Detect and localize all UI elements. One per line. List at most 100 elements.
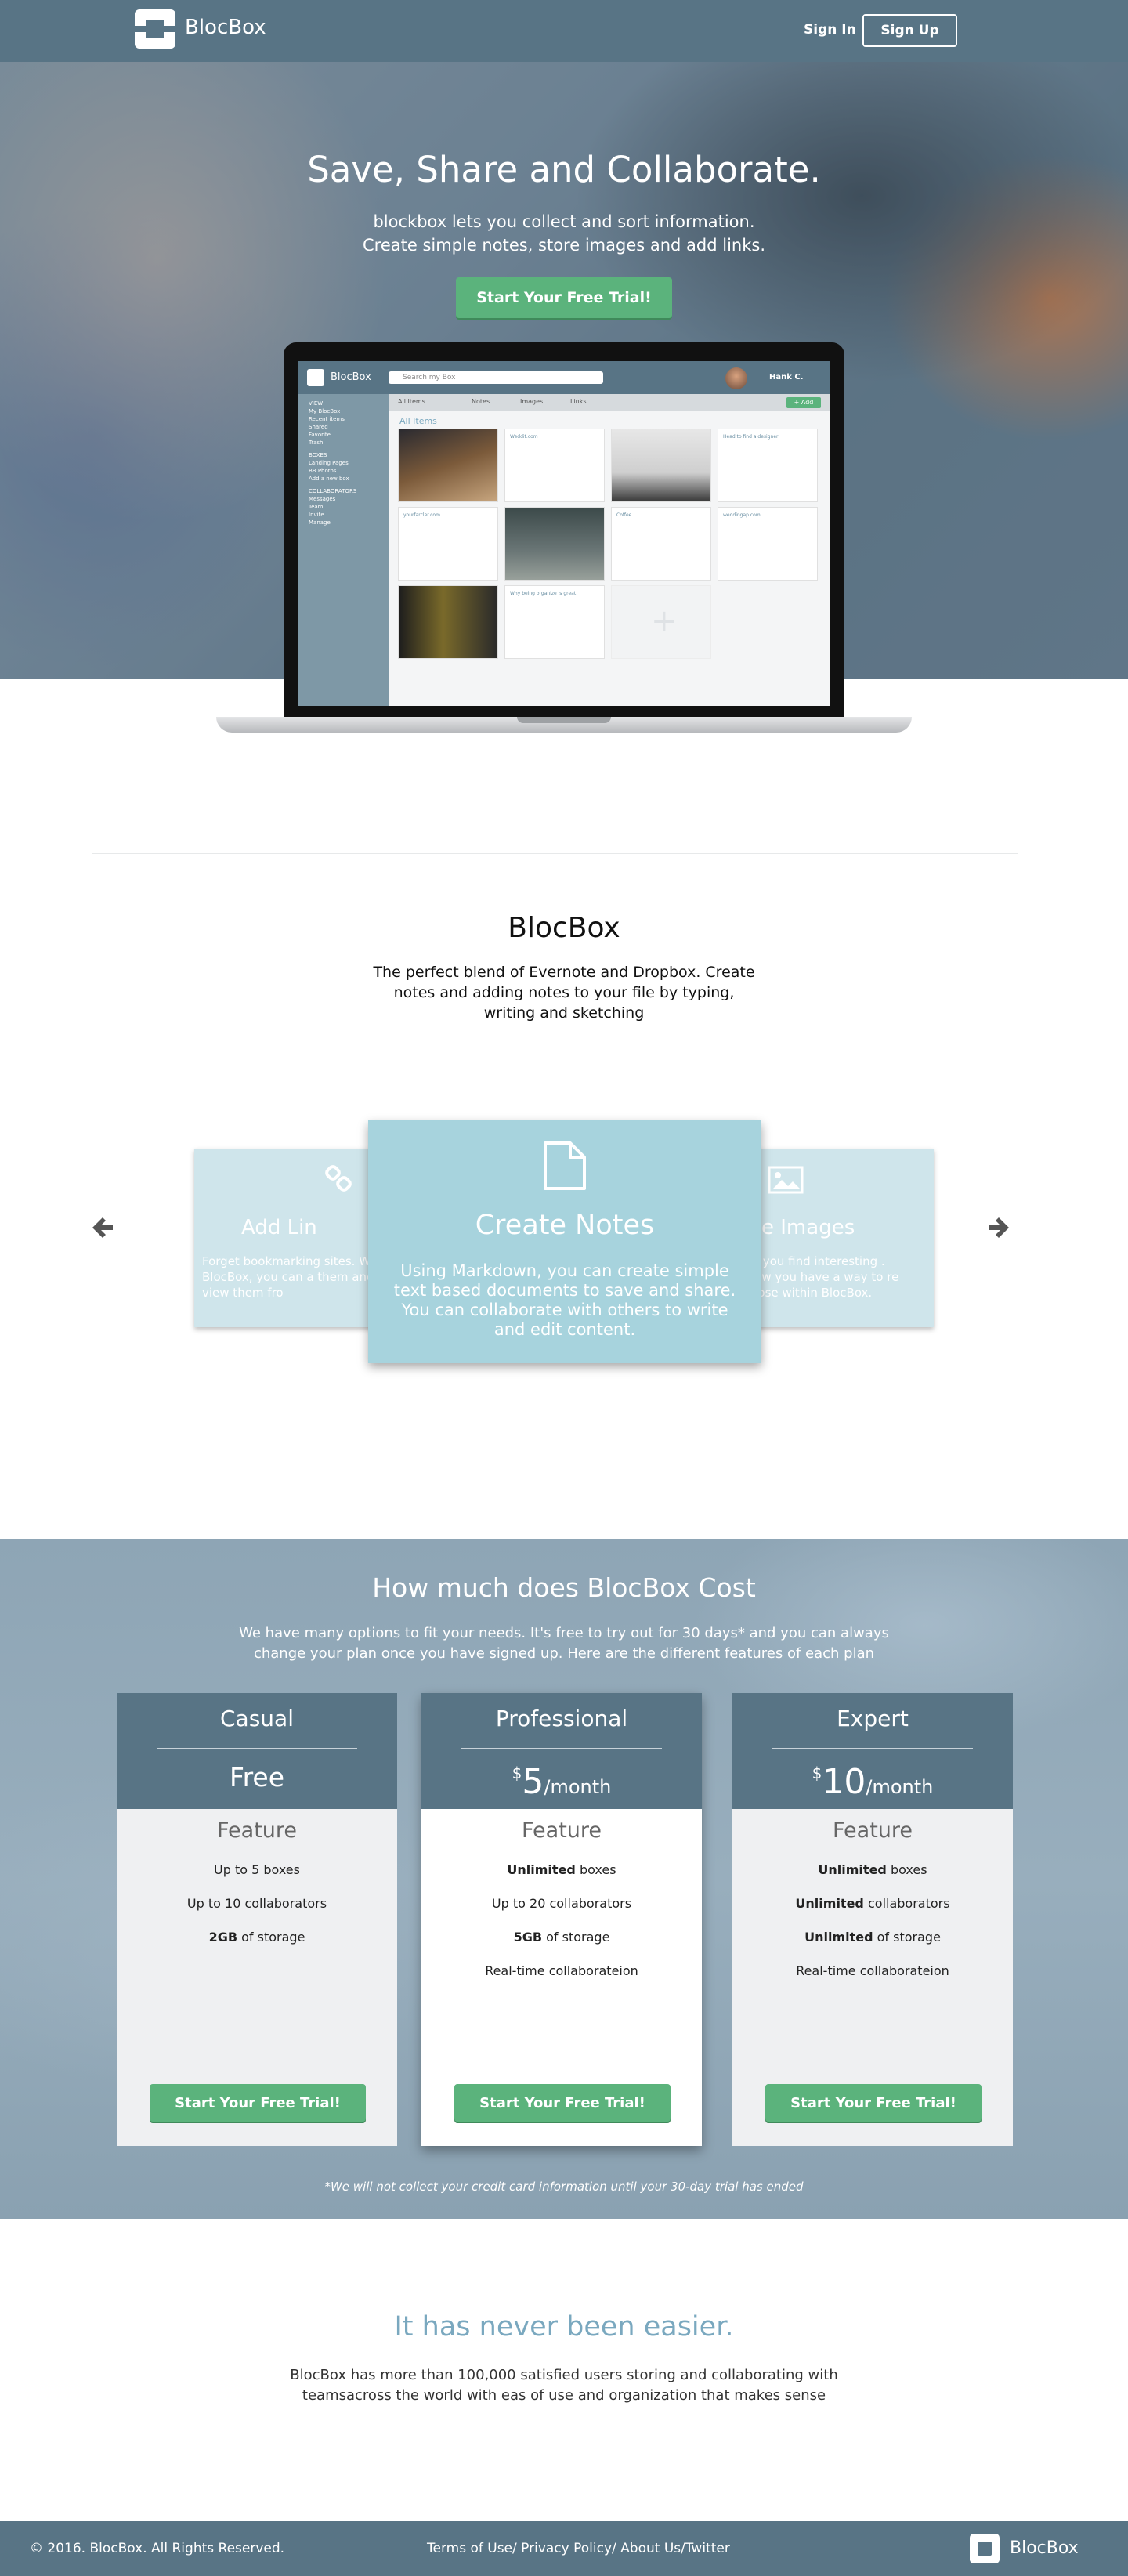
card-title: weddingap.com — [723, 512, 761, 518]
app-preview-screen: BlocBox Search my Box Hank C. VIEW My Bl… — [298, 361, 830, 706]
plan-feature: Real-time collaborateion — [796, 1963, 949, 1978]
hero-free-trial-button[interactable]: Start Your Free Trial! — [456, 277, 672, 318]
sidebar-item: Team — [309, 504, 324, 510]
hero-subtitle: blockbox lets you collect and sort infor… — [0, 210, 1128, 257]
pricing-title: How much does BlocBox Cost — [372, 1572, 756, 1603]
feature-heading: Feature — [216, 1818, 298, 1843]
sidebar-item: Landing Pages — [309, 460, 349, 466]
plan-header-rule — [157, 1748, 357, 1749]
sidebar-item: Invite — [309, 512, 324, 518]
tab-images: Images — [520, 398, 544, 405]
blocbox-logo-icon[interactable] — [135, 9, 175, 49]
expert-free-trial-button[interactable]: Start Your Free Trial! — [765, 2084, 982, 2122]
app-add-button: + Add — [786, 397, 821, 408]
hero-title: Save, Share and Collaborate. — [307, 149, 821, 190]
sidebar-item: Shared — [309, 424, 328, 430]
chevron-right-icon[interactable] — [984, 1211, 1010, 1244]
top-nav: BlocBox Sign In Sign Up — [0, 0, 1128, 62]
note-card: Head to find a designer — [718, 429, 818, 502]
sidebar-heading: VIEW — [309, 400, 324, 407]
plan-header: Expert $10/month — [732, 1693, 1013, 1809]
plan-feature: Up to 10 collaborators — [186, 1896, 327, 1911]
plan-feature: Up to 5 boxes — [214, 1862, 300, 1877]
casual-free-trial-button[interactable]: Start Your Free Trial! — [150, 2084, 366, 2122]
tab-links: Links — [570, 398, 587, 405]
card-title: Coffee — [616, 512, 632, 518]
card-title: Why being organize is great — [510, 591, 577, 596]
feature-card-store-images[interactable]: e Images es you find interesting . Now y… — [746, 1149, 934, 1327]
plan-price: $10/month — [812, 1762, 934, 1802]
sidebar-heading: COLLABORATORS — [309, 488, 357, 494]
feature-heading: Feature — [832, 1818, 913, 1843]
plan-header: Professional $5/month — [421, 1693, 702, 1809]
plan-feature: Real-time collaborateion — [485, 1963, 638, 1978]
plan-header-rule — [772, 1748, 973, 1749]
plan-name: Professional — [495, 1706, 628, 1731]
tab-notes: Notes — [472, 398, 490, 405]
link-card: Weddit.com — [504, 429, 605, 502]
plan-name: Expert — [837, 1706, 909, 1731]
professional-free-trial-button[interactable]: Start Your Free Trial! — [454, 2084, 671, 2122]
hero-subtitle-line: blockbox lets you collect and sort infor… — [373, 212, 755, 231]
app-section-label: All Items — [400, 416, 437, 426]
plan-feature: Up to 20 collaborators — [491, 1896, 632, 1911]
footer-links: Terms of Use/ Privacy Policy/ About Us/T… — [427, 2541, 730, 2556]
plan-name: Casual — [220, 1706, 294, 1731]
plan-card-casual: Casual Free Feature Up to 5 boxes Up to … — [117, 1693, 397, 2146]
plan-header-rule — [461, 1748, 662, 1749]
terms-link[interactable]: Terms of Use/ — [427, 2541, 517, 2556]
feature-card-create-notes[interactable]: Create Notes Using Markdown, you can cre… — [368, 1120, 761, 1363]
sign-up-button[interactable]: Sign Up — [862, 14, 957, 47]
laptop-notch — [517, 717, 611, 723]
plan-card-expert: Expert $10/month Feature Unlimited boxes… — [732, 1693, 1013, 2146]
plan-feature: Unlimited boxes — [818, 1862, 927, 1877]
footer: © 2016. BlocBox. All Rights Reserved. Te… — [0, 2521, 1128, 2576]
feature-card-title: e Images — [761, 1216, 855, 1239]
sign-in-link[interactable]: Sign In — [804, 22, 856, 38]
plan-price: $5/month — [512, 1762, 612, 1802]
sidebar-item: Add a new box — [309, 476, 349, 482]
feature-card-title: Create Notes — [475, 1210, 655, 1241]
chevron-left-icon[interactable] — [91, 1211, 118, 1244]
easier-text: BlocBox has more than 100,000 satisfied … — [290, 2367, 838, 2404]
footer-logo-icon[interactable] — [970, 2534, 1000, 2563]
about-link[interactable]: About Us/ — [616, 2541, 685, 2556]
feature-card-desc: Forget bookmarking sites. With BlocBox, … — [202, 1254, 382, 1300]
hero-subtitle-line: Create simple notes, store images and ad… — [362, 236, 765, 255]
tab-all-items: All Items — [398, 398, 425, 405]
link-card: weddingap.com — [718, 507, 818, 581]
image-card — [504, 507, 605, 581]
sidebar-item: Recent items — [309, 416, 345, 422]
feature-heading: Feature — [521, 1818, 602, 1843]
link-card: yourfarcler.com — [398, 507, 498, 581]
feature-card-add-links[interactable]: Add Lin Forget bookmarking sites. With B… — [194, 1149, 382, 1327]
plan-feature: Unlimited of storage — [804, 1930, 941, 1945]
copyright: © 2016. BlocBox. All Rights Reserved. — [30, 2541, 285, 2556]
plan-card-professional: Professional $5/month Feature Unlimited … — [421, 1693, 702, 2146]
app-preview-sidebar: VIEW My BlocBox Recent items Shared Favo… — [298, 394, 389, 706]
feature-card-desc: es you find interesting . Now you have a… — [746, 1254, 899, 1300]
card-title: yourfarcler.com — [403, 512, 440, 518]
app-user-name: Hank C. — [769, 373, 804, 382]
plan-feature: Unlimited boxes — [507, 1862, 616, 1877]
privacy-link[interactable]: Privacy Policy/ — [517, 2541, 616, 2556]
brand-name[interactable]: BlocBox — [185, 16, 266, 39]
sidebar-item: BB Photos — [309, 468, 337, 474]
app-preview-tabs: All Items Notes Images Links + Add — [389, 394, 830, 411]
card-title: Weddit.com — [510, 434, 538, 440]
add-item-card — [611, 585, 711, 659]
intro-text: The perfect blend of Evernote and Dropbo… — [373, 964, 755, 1022]
image-card — [611, 429, 711, 502]
sidebar-item: My BlocBox — [309, 408, 341, 414]
plan-price: Free — [229, 1762, 285, 1793]
sidebar-item: Messages — [309, 496, 336, 502]
laptop-mockup: BlocBox Search my Box Hank C. VIEW My Bl… — [216, 342, 912, 742]
intro-title: BlocBox — [508, 912, 620, 944]
sidebar-heading: BOXES — [309, 452, 327, 458]
app-logo-icon — [307, 369, 324, 386]
twitter-link[interactable]: Twitter — [685, 2541, 730, 2556]
feature-card-desc: Using Markdown, you can create simple te… — [393, 1261, 736, 1339]
footer-brand[interactable]: BlocBox — [1010, 2538, 1079, 2558]
user-avatar — [725, 367, 747, 389]
document-icon — [542, 1141, 588, 1191]
